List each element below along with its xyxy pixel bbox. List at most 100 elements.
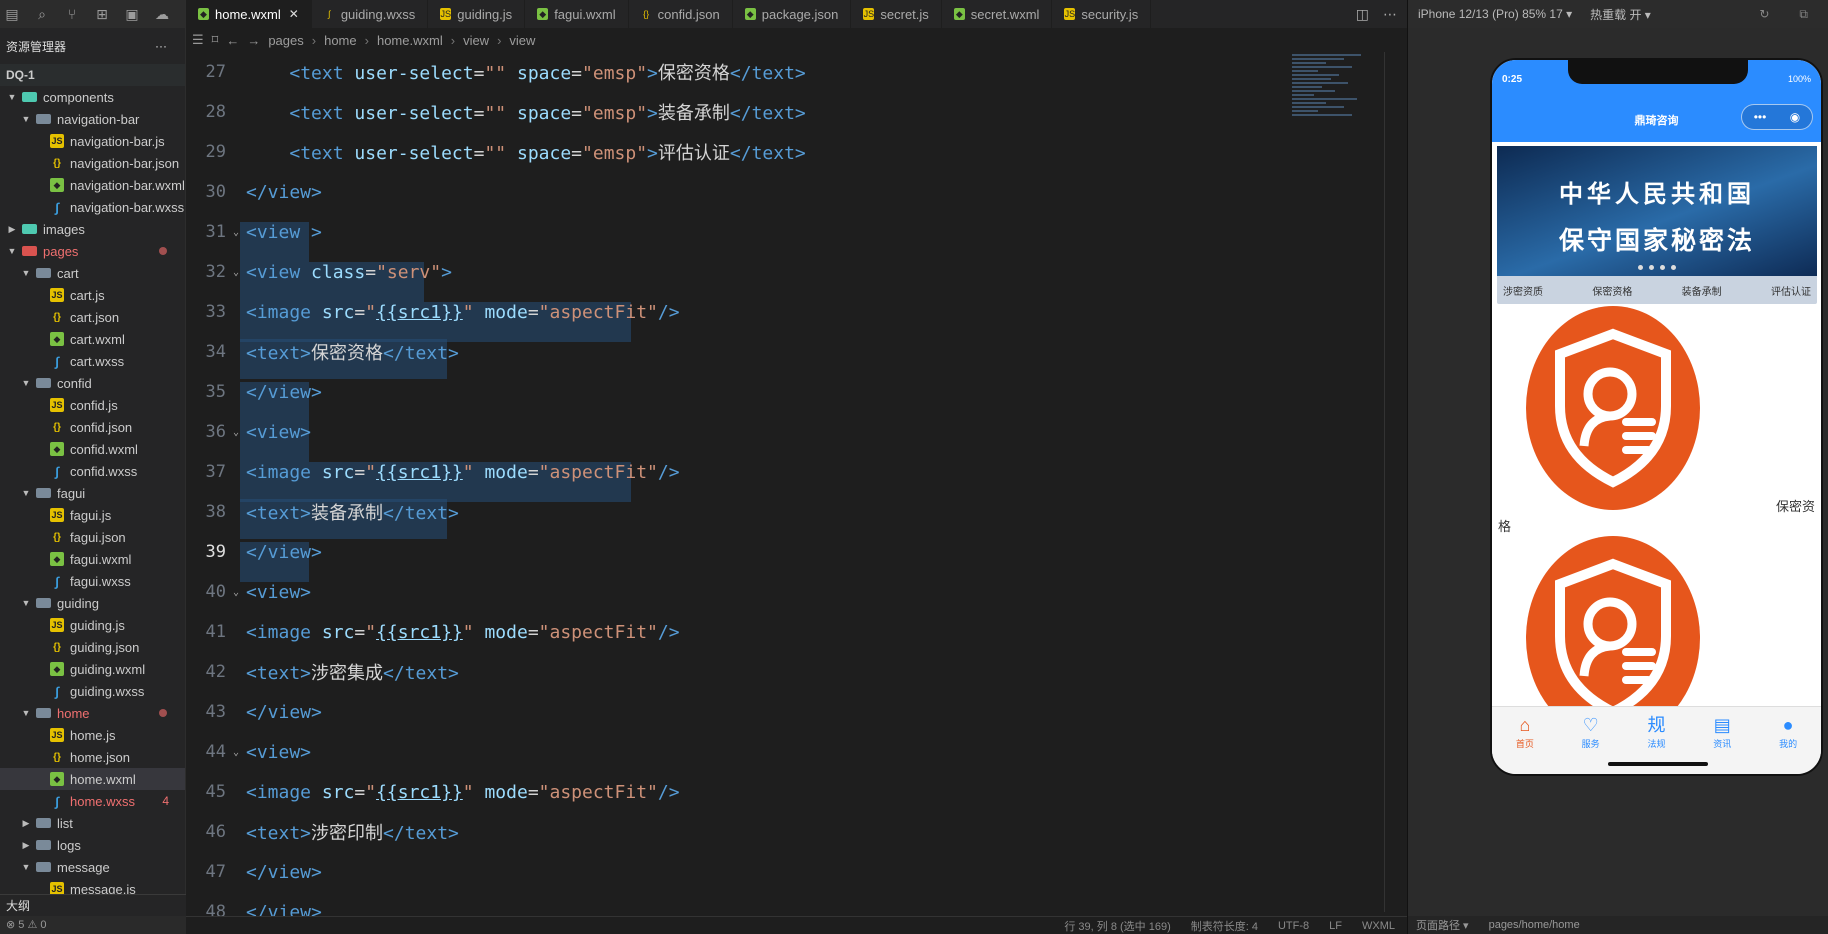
more-icon[interactable]: ⋯ [1383,6,1397,23]
source-control-icon[interactable]: ⑂ [62,4,82,24]
breadcrumb-item[interactable]: home.wxml [377,33,443,48]
tree-file[interactable]: ◆ confid.wxml [0,438,185,460]
tab-package-json[interactable]: ◆ package.json [733,0,852,28]
code-line[interactable]: 31 ⌄ <view > [186,212,1286,262]
breadcrumb-item[interactable]: pages [268,33,303,48]
tree-file[interactable]: ∫ guiding.wxss [0,680,185,702]
tree-file[interactable]: ∫ fagui.wxss [0,570,185,592]
code-editor[interactable]: 27 <text user-select="" space="emsp">保密资… [186,52,1286,916]
tab-secret-wxml[interactable]: ◆ secret.wxml [942,0,1053,28]
debug-icon[interactable]: ▣ [122,4,142,24]
service-item[interactable]: 保密资 格 [1492,304,1821,534]
outline-section[interactable]: 大纲 [0,894,186,916]
tree-file[interactable]: {} home.json [0,746,185,768]
vertical-scrollbar[interactable] [1384,52,1385,912]
tree-folder[interactable]: ▶ logs [0,834,185,856]
tree-file[interactable]: JS cart.js [0,284,185,306]
tab-fagui-wxml[interactable]: ◆ fagui.wxml [525,0,629,28]
code-line[interactable]: 47 </view> [186,852,1286,892]
code-line[interactable]: 35 </view> [186,372,1286,422]
tree-folder[interactable]: ▼ message [0,856,185,878]
search-icon[interactable]: ⌕ [32,4,52,24]
tree-file[interactable]: ◆ home.wxml [0,768,185,790]
tree-folder[interactable]: ▶ images [0,218,185,240]
tree-file[interactable]: ∫ home.wxss 4 [0,790,185,812]
breadcrumb-item[interactable]: home [324,33,357,48]
tree-file[interactable]: ∫ cart.wxss [0,350,185,372]
tree-folder[interactable]: ▼ navigation-bar [0,108,185,130]
code-line[interactable]: 37 <image src="{{src1}}" mode="aspectFit"… [186,452,1286,502]
tree-folder[interactable]: ▼ cart [0,262,185,284]
code-line[interactable]: 34 <text>保密资格</text> [186,332,1286,379]
close-app-button[interactable]: ◉ [1790,110,1800,124]
encoding[interactable]: UTF-8 [1278,920,1309,932]
tree-folder[interactable]: ▼ pages [0,240,185,262]
tree-file[interactable]: ∫ confid.wxss [0,460,185,482]
cursor-position[interactable]: 行 39, 列 8 (选中 169) [1064,918,1170,934]
page-path-label[interactable]: 页面路径 ▾ [1416,917,1469,933]
code-line[interactable]: 43 </view> [186,692,1286,732]
tab-guiding-js[interactable]: JS guiding.js [428,0,526,28]
code-line[interactable]: 40 ⌄ <view> [186,572,1286,612]
tree-file[interactable]: JS confid.js [0,394,185,416]
tab-confid-json[interactable]: {} confid.json [629,0,733,28]
language-mode[interactable]: WXML [1362,920,1395,932]
tree-file[interactable]: ◆ navigation-bar.wxml [0,174,185,196]
popout-icon[interactable]: ⧉ [1799,7,1808,22]
code-line[interactable]: 29 <text user-select="" space="emsp">评估认… [186,132,1286,172]
tree-file[interactable]: {} guiding.json [0,636,185,658]
files-icon[interactable]: ▤ [2,4,22,24]
tree-file[interactable]: JS home.js [0,724,185,746]
code-line[interactable]: 39 </view> [186,532,1286,582]
forward-icon[interactable]: → [247,33,260,48]
close-icon[interactable]: ✕ [289,7,299,21]
project-root[interactable]: DQ-1 [0,64,185,86]
extensions-icon[interactable]: ⊞ [92,4,112,24]
device-select[interactable]: iPhone 12/13 (Pro) 85% 17 ▾ [1418,7,1572,21]
code-line[interactable]: 36 ⌄ <view> [186,412,1286,462]
code-line[interactable]: 27 <text user-select="" space="emsp">保密资… [186,52,1286,92]
tab-guiding-wxss[interactable]: ∫ guiding.wxss [312,0,429,28]
tree-file[interactable]: ◆ guiding.wxml [0,658,185,680]
tree-file[interactable]: {} navigation-bar.json [0,152,185,174]
tree-file[interactable]: ◆ cart.wxml [0,328,185,350]
tree-file[interactable]: {} fagui.json [0,526,185,548]
more-actions-button[interactable]: ··· [155,39,167,53]
code-line[interactable]: 32 ⌄ <view class="serv"> [186,252,1286,302]
code-line[interactable]: 30 </view> [186,172,1286,212]
code-line[interactable]: 38 <text>装备承制</text> [186,492,1286,539]
hot-reload-toggle[interactable]: 热重载 开 ▾ [1590,6,1651,23]
code-line[interactable]: 28 <text user-select="" space="emsp">装备承… [186,92,1286,132]
split-editor-icon[interactable]: ◫ [1356,6,1369,23]
code-line[interactable]: 42 <text>涉密集成</text> [186,652,1286,692]
tree-file[interactable]: JS guiding.js [0,614,185,636]
tree-file[interactable]: {} cart.json [0,306,185,328]
tabbar-item-0[interactable]: ⌂ 首页 [1495,713,1555,774]
tree-file[interactable]: {} confid.json [0,416,185,438]
more-menu-button[interactable]: ••• [1754,110,1767,124]
back-icon[interactable]: ← [226,33,239,48]
tree-folder[interactable]: ▼ home [0,702,185,724]
tree-folder[interactable]: ▼ components [0,86,185,108]
tree-folder[interactable]: ▶ list [0,812,185,834]
tree-file[interactable]: JS fagui.js [0,504,185,526]
problems-status[interactable]: ⊗ 5 ⚠ 0 [0,916,186,934]
code-line[interactable]: 41 <image src="{{src1}}" mode="aspectFit"… [186,612,1286,652]
code-line[interactable]: 48 </view> [186,892,1286,917]
tab-security-js[interactable]: JS security.js [1052,0,1152,28]
indent-setting[interactable]: 制表符长度: 4 [1191,918,1258,934]
code-line[interactable]: 44 ⌄ <view> [186,732,1286,772]
line-ending[interactable]: LF [1329,920,1342,932]
cloud-icon[interactable]: ☁ [152,4,172,24]
tree-folder[interactable]: ▼ confid [0,372,185,394]
banner-swiper[interactable]: 中华人民共和国 保守国家秘密法 涉密资质 保密资格 装备承制 评估认证 [1497,146,1817,304]
tree-folder[interactable]: ▼ fagui [0,482,185,504]
code-line[interactable]: 33 <image src="{{src1}}" mode="aspectFit"… [186,292,1286,342]
breadcrumb-item[interactable]: view [509,33,535,48]
tabbar-item-4[interactable]: ● 我的 [1758,713,1818,774]
tree-file[interactable]: ∫ navigation-bar.wxss [0,196,185,218]
outline-toggle-icon[interactable]: ☰ [192,32,204,48]
tab-secret-js[interactable]: JS secret.js [851,0,942,28]
bookmark-icon[interactable]: ⌑ [212,32,219,48]
code-line[interactable]: 45 <image src="{{src1}}" mode="aspectFit"… [186,772,1286,812]
